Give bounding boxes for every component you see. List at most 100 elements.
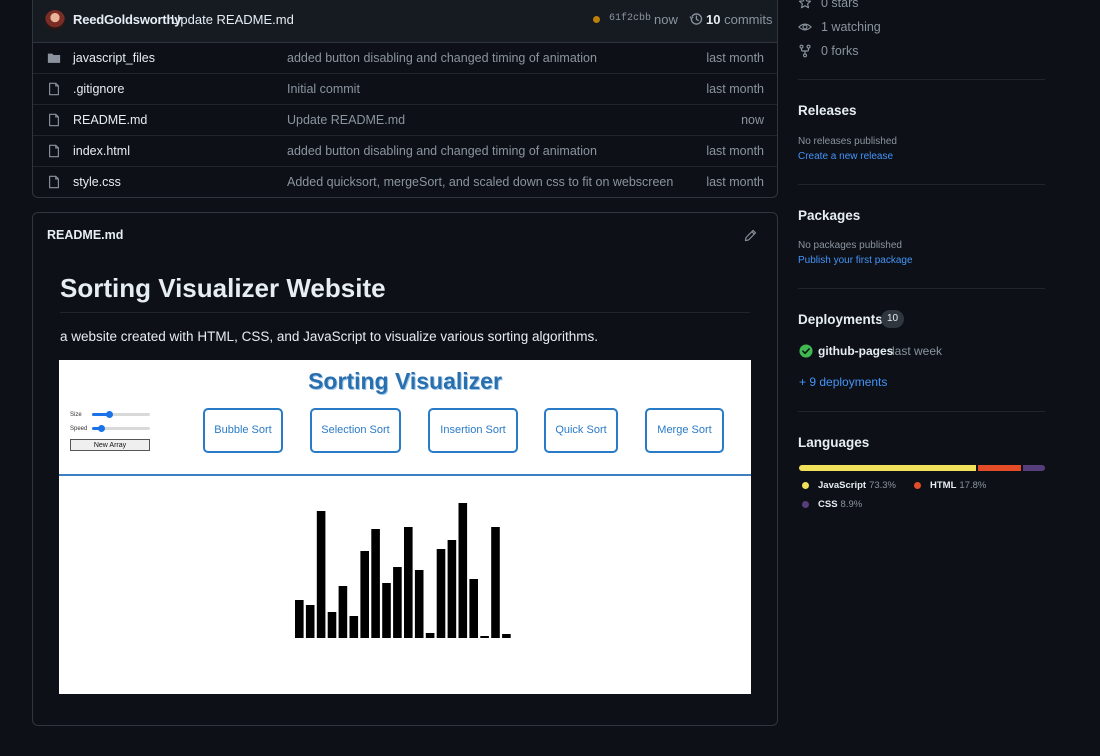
publish-package-link[interactable]: Publish your first package <box>798 255 913 266</box>
eye-icon <box>798 23 812 31</box>
file-commit-message-link[interactable]: Added quicksort, mergeSort, and scaled d… <box>287 175 673 189</box>
file-row[interactable]: index.html added button disabling and cha… <box>33 136 777 167</box>
file-name-link[interactable]: style.css <box>73 175 121 189</box>
file-row[interactable]: README.md Update README.md now <box>33 105 777 136</box>
array-bar <box>404 527 413 638</box>
language-bar-segment <box>1023 465 1045 471</box>
fork-icon <box>799 44 811 58</box>
array-bar <box>338 586 348 638</box>
language-bar <box>799 465 1045 471</box>
language-name: HTML <box>930 480 957 491</box>
speed-slider-knob <box>97 425 105 432</box>
language-item-html[interactable]: HTML 17.8% <box>930 480 986 491</box>
array-bar <box>502 634 511 638</box>
language-item-css[interactable]: CSS 8.9% <box>818 499 862 510</box>
speed-slider <box>92 425 150 432</box>
readme-filename[interactable]: README.md <box>47 228 123 242</box>
history-icon <box>689 13 703 25</box>
pencil-icon[interactable] <box>744 229 757 242</box>
speed-label: Speed <box>70 426 88 432</box>
deployment-env-link[interactable]: github-pages <box>818 344 893 358</box>
latest-commit-bar: ReedGoldsworthy Update README.md 61f2cbb… <box>33 0 777 43</box>
language-item-javascript[interactable]: JavaScript 73.3% <box>818 480 896 491</box>
array-bar <box>305 605 315 638</box>
selection-sort-button: Selection Sort <box>310 408 401 453</box>
size-label: Size <box>70 412 82 418</box>
array-bar <box>360 551 369 638</box>
file-commit-message-link[interactable]: added button disabling and changed timin… <box>287 51 597 65</box>
deployments-heading[interactable]: Deployments <box>798 312 883 327</box>
create-release-link[interactable]: Create a new release <box>798 151 893 162</box>
array-bar <box>371 529 380 638</box>
avatar[interactable] <box>45 10 65 30</box>
commit-sha-link[interactable]: 61f2cbb <box>609 13 651 24</box>
preview-title: Sorting Visualizer <box>308 368 502 394</box>
array-bar <box>393 567 402 638</box>
size-slider-knob <box>106 411 114 418</box>
array-bar <box>295 600 304 638</box>
array-bar <box>480 636 489 638</box>
forks-link[interactable]: 0 forks <box>821 44 859 58</box>
sidebar-divider <box>798 288 1045 289</box>
file-age: last month <box>706 51 764 65</box>
file-icon <box>47 113 61 127</box>
check-circle-icon <box>799 344 813 358</box>
file-name-link[interactable]: README.md <box>73 113 147 127</box>
releases-note: No releases published <box>798 136 897 147</box>
array-bar <box>447 540 457 638</box>
file-commit-message-link[interactable]: Initial commit <box>287 82 360 96</box>
sidebar-divider <box>798 184 1045 185</box>
file-icon <box>47 82 61 96</box>
deployment-time: last week <box>892 344 943 358</box>
size-slider <box>92 411 150 418</box>
file-icon <box>47 175 61 189</box>
file-row[interactable]: .gitignore Initial commit last month <box>33 74 777 105</box>
file-name-link[interactable]: .gitignore <box>73 82 124 96</box>
commit-count: 10 <box>706 12 721 27</box>
heading-divider <box>60 312 750 313</box>
array-bar <box>316 511 326 638</box>
commit-count-label: commits <box>724 12 773 27</box>
language-bar-segment <box>978 465 1022 471</box>
file-row[interactable]: javascript_files added button disabling a… <box>33 43 777 74</box>
array-bar <box>491 527 500 638</box>
preview-image: Sorting Visualizer Size Speed New Array … <box>59 360 751 694</box>
bars-area <box>295 503 511 638</box>
file-list-box: ReedGoldsworthy Update README.md 61f2cbb… <box>32 0 778 198</box>
file-age: last month <box>706 82 764 96</box>
more-deployments-link[interactable]: + 9 deployments <box>799 375 887 389</box>
file-name-link[interactable]: javascript_files <box>73 51 155 65</box>
commits-link[interactable]: 10 commits <box>706 12 772 27</box>
array-bar <box>349 616 359 638</box>
commit-author-link[interactable]: ReedGoldsworthy <box>73 12 181 27</box>
file-age: now <box>741 113 764 127</box>
file-name-link[interactable]: index.html <box>73 144 130 158</box>
commit-status-dot[interactable] <box>593 16 600 23</box>
language-percent: 73.3% <box>869 480 896 491</box>
bubble-sort-button: Bubble Sort <box>203 408 283 453</box>
file-age: last month <box>706 144 764 158</box>
language-percent: 17.8% <box>959 480 987 491</box>
language-bar-segment <box>799 465 977 471</box>
array-bar <box>436 549 446 638</box>
quick-sort-button: Quick Sort <box>544 408 618 453</box>
commit-message-link[interactable]: Update README.md <box>171 12 294 27</box>
watching-link[interactable]: 1 watching <box>821 20 881 34</box>
stars-link[interactable]: 0 stars <box>821 0 859 10</box>
array-bar <box>382 583 391 638</box>
file-row[interactable]: style.css Added quicksort, mergeSort, and… <box>33 167 777 198</box>
array-bar <box>414 570 424 638</box>
sidebar-divider <box>798 411 1045 412</box>
language-dot <box>914 482 921 489</box>
releases-heading[interactable]: Releases <box>798 103 857 118</box>
languages-heading: Languages <box>798 435 870 450</box>
language-name: JavaScript <box>818 480 867 491</box>
array-bar <box>327 612 337 638</box>
commit-time: now <box>654 12 678 27</box>
readme-box: README.md Sorting Visualizer Website a w… <box>32 212 778 726</box>
deployments-count-badge: 10 <box>881 310 905 328</box>
packages-heading[interactable]: Packages <box>798 208 860 223</box>
file-commit-message-link[interactable]: added button disabling and changed timin… <box>287 144 597 158</box>
packages-note: No packages published <box>798 240 902 251</box>
file-commit-message-link[interactable]: Update README.md <box>287 113 405 127</box>
